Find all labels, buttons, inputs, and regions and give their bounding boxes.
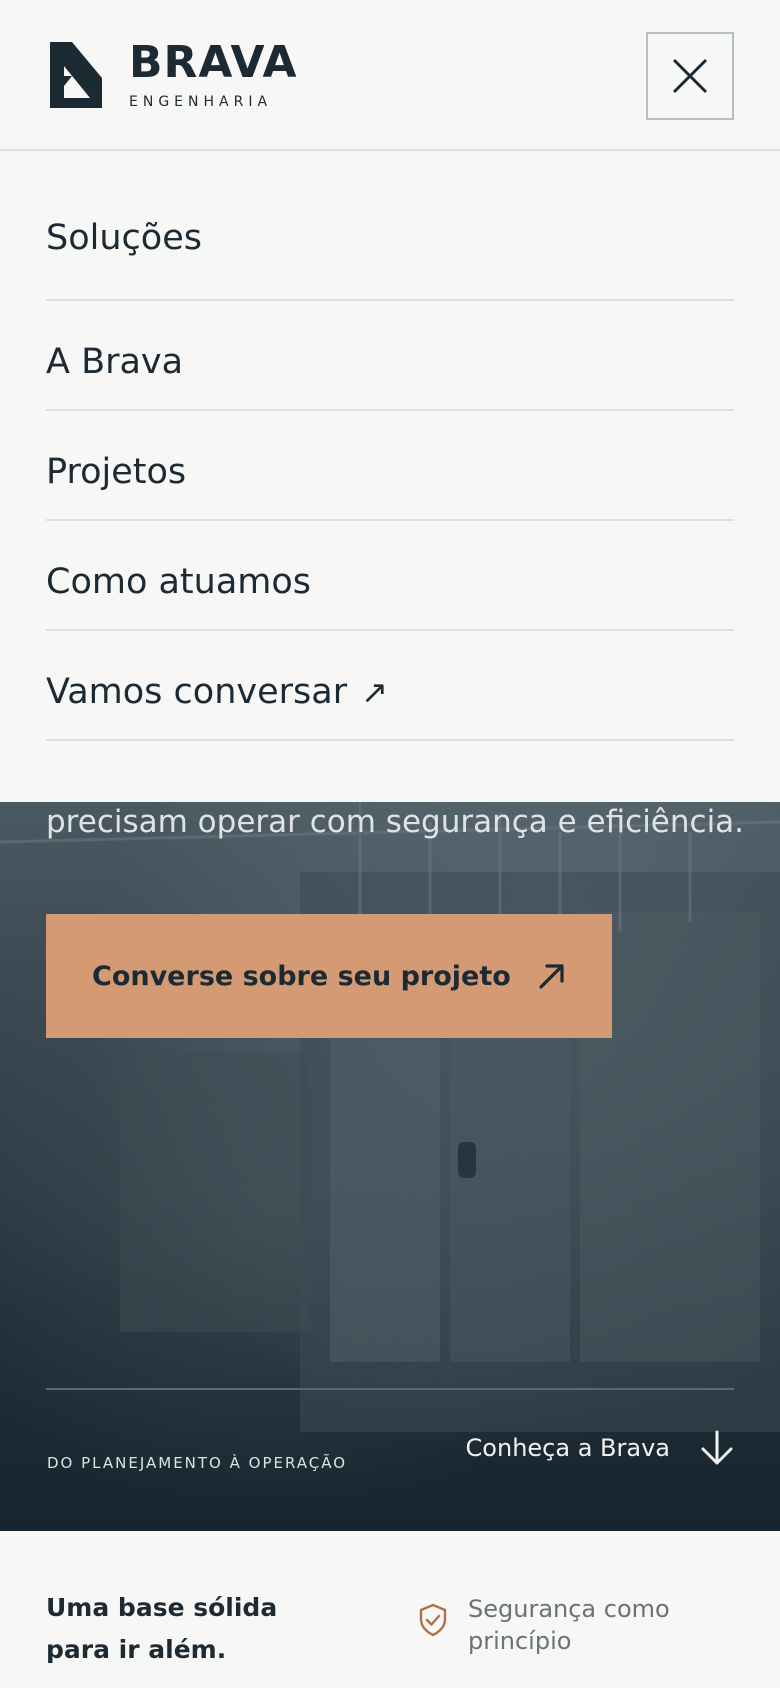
menu-item-label: Projetos (46, 452, 187, 492)
intro-heading-line: para ir além. (46, 1635, 227, 1664)
menu-item-solucoes[interactable]: Soluções (46, 153, 734, 301)
feature-label-line: princípio (468, 1627, 572, 1655)
scroll-link-label: Conheça a Brava (465, 1434, 670, 1462)
arrow-up-right-icon (539, 964, 564, 989)
brand-tagline: ENGENHARIA (129, 94, 273, 110)
arrow-down-icon (701, 1430, 733, 1465)
intro-heading-line: Uma base sólida (46, 1593, 278, 1622)
menu-item-label: A Brava (46, 342, 184, 382)
menu-item-vamos-conversar[interactable]: Vamos conversar ↗ (46, 631, 734, 741)
hero-background-image (0, 802, 780, 1432)
cta-label: Converse sobre seu projeto (92, 960, 511, 992)
menu-item-label: Como atuamos (46, 562, 312, 602)
intro-heading: Uma base sólida para ir além. (46, 1587, 277, 1671)
shield-check-icon (419, 1603, 447, 1637)
site-header: BRAVA ENGENHARIA (0, 0, 780, 151)
intro-strip: Uma base sólida para ir além. Segurança … (0, 1531, 780, 1688)
scroll-to-about-link[interactable]: Conheça a Brava (466, 1430, 734, 1466)
hero-section: precisam operar com segurança e eficiênc… (0, 802, 780, 1531)
menu-item-label: Soluções (46, 218, 202, 258)
brand-name: BRAVA (129, 37, 298, 88)
hero-subtitle: precisam operar com segurança e eficiênc… (46, 804, 745, 840)
main-menu: Soluções A Brava Projetos Como atuamos V… (0, 153, 780, 802)
feature-item: Segurança como princípio (418, 1593, 670, 1657)
close-menu-button[interactable] (646, 32, 734, 120)
hero-divider (46, 1388, 734, 1390)
brand-logo[interactable]: BRAVA ENGENHARIA (50, 40, 298, 110)
close-icon (672, 58, 708, 94)
hero-tagline: DO PLANEJAMENTO À OPERAÇÃO (47, 1454, 348, 1472)
menu-item-label: Vamos conversar (46, 672, 348, 712)
feature-label-line: Segurança como (468, 1595, 670, 1623)
arrow-up-right-icon: ↗ (361, 673, 388, 711)
contact-cta-button[interactable]: Converse sobre seu projeto (46, 914, 612, 1038)
menu-item-como-atuamos[interactable]: Como atuamos (46, 521, 734, 631)
brand-logo-icon (50, 42, 102, 108)
menu-item-projetos[interactable]: Projetos (46, 411, 734, 521)
menu-item-a-brava[interactable]: A Brava (46, 301, 734, 411)
